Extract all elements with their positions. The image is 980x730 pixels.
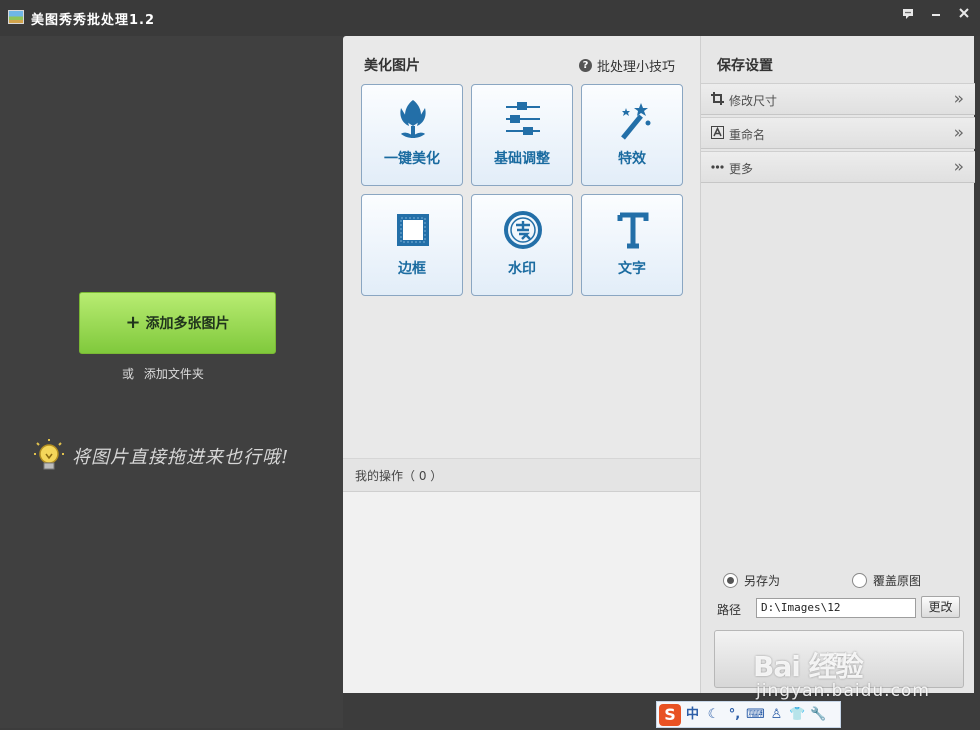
basic-adjust-label: 基础调整 [494,151,550,167]
moon-icon[interactable]: ☾ [704,705,723,725]
save-button[interactable]: 保存 [714,630,964,688]
chevron-right-icon: » [953,123,964,143]
chevron-right-icon: » [953,89,964,109]
operations-list [343,492,700,693]
punctuation-icon[interactable]: °, [725,705,744,725]
effects-button[interactable]: 特效 [581,84,683,186]
window-title: 美图秀秀批处理1.2 [31,13,156,28]
add-folder-link[interactable]: 添加文件夹 [144,367,204,381]
sogou-logo-icon[interactable]: S [659,703,681,726]
one-click-beautify-button[interactable]: 一键美化 [361,84,463,186]
path-label: 路径 [717,603,742,617]
text-label: 文字 [618,261,646,277]
frame-button[interactable]: 边框 [361,194,463,296]
ime-toolbar: S 中 ☾ °, ⌨ ♙ 👕 🔧 [656,701,841,728]
change-path-button[interactable]: 更改 [921,596,960,618]
beautify-panel: 美化图片 ? 批处理小技巧 一键美化 基础调整 特效 边框 水印 文字 我的操作… [343,36,700,693]
save-settings-title: 保存设置 [717,58,773,74]
path-field[interactable]: D:\Images\12 [756,598,916,618]
watermark-seal-icon [503,208,543,252]
save-as-radio[interactable]: 另存为 [723,572,780,589]
frame-label: 边框 [398,261,426,277]
close-icon[interactable] [953,6,975,24]
text-button[interactable]: 文字 [581,194,683,296]
rename-icon [711,126,724,139]
text-icon [613,208,653,252]
ime-mode-toggle[interactable]: 中 [683,705,702,725]
radio-checked-icon [723,573,738,588]
basic-adjust-button[interactable]: 基础调整 [471,84,573,186]
user-icon[interactable]: ♙ [767,705,786,725]
radio-unchecked-icon [852,573,867,588]
one-click-beautify-label: 一键美化 [384,151,440,167]
save-as-label: 另存为 [744,574,781,588]
title-bar: 美图秀秀批处理1.2 [0,0,980,36]
tips-label: 批处理小技巧 [596,60,675,75]
question-icon: ? [578,59,592,72]
lightbulb-icon [34,439,64,473]
add-images-button[interactable]: + 添加多张图片 [79,292,276,354]
my-operations-header: 我的操作（ 0 ） [343,458,700,492]
shirt-icon[interactable]: 👕 [788,705,807,725]
beautify-title: 美化图片 [364,58,420,74]
resize-label: 修改尺寸 [729,94,778,108]
plus-icon: + [125,312,141,333]
tool-grid: 一键美化 基础调整 特效 边框 水印 文字 [361,84,683,296]
effects-label: 特效 [618,151,646,167]
or-label: 或 [122,367,135,381]
magic-wand-icon [613,98,653,142]
crop-icon [711,92,724,105]
watermark-button[interactable]: 水印 [471,194,573,296]
keyboard-icon[interactable]: ⌨ [746,705,765,725]
drag-hint-text: 将图片直接拖进来也行哦! [72,447,290,468]
feedback-icon[interactable] [897,6,919,24]
watermark-label: 水印 [508,261,536,277]
overwrite-radio[interactable]: 覆盖原图 [852,572,921,589]
rename-label: 重命名 [729,128,766,142]
resize-row[interactable]: 修改尺寸 » [701,83,975,115]
minimize-icon[interactable] [925,6,947,24]
save-settings-panel: 保存设置 修改尺寸 » 重命名 » 更多 » 另存为 覆盖原图 路径 D:\Im… [700,36,975,693]
sliders-icon [503,98,543,142]
overwrite-label: 覆盖原图 [873,574,922,588]
tulip-icon [393,98,433,142]
wrench-icon[interactable]: 🔧 [809,705,828,725]
save-mode-options: 另存为 覆盖原图 [723,572,963,590]
rename-row[interactable]: 重命名 » [701,117,975,149]
app-logo-icon [8,10,24,24]
batch-tips-link[interactable]: ? 批处理小技巧 [578,56,675,75]
add-folder-line: 或 添加文件夹 [122,365,204,382]
more-label: 更多 [729,162,754,176]
more-icon [711,160,724,173]
drag-hint: 将图片直接拖进来也行哦! [34,439,289,473]
image-drop-area[interactable]: + 添加多张图片 或 添加文件夹 将图片直接拖进来也行哦! [0,36,343,728]
frame-icon [393,208,433,252]
chevron-right-icon: » [953,157,964,177]
add-images-label: 添加多张图片 [145,316,230,332]
more-row[interactable]: 更多 » [701,151,975,183]
